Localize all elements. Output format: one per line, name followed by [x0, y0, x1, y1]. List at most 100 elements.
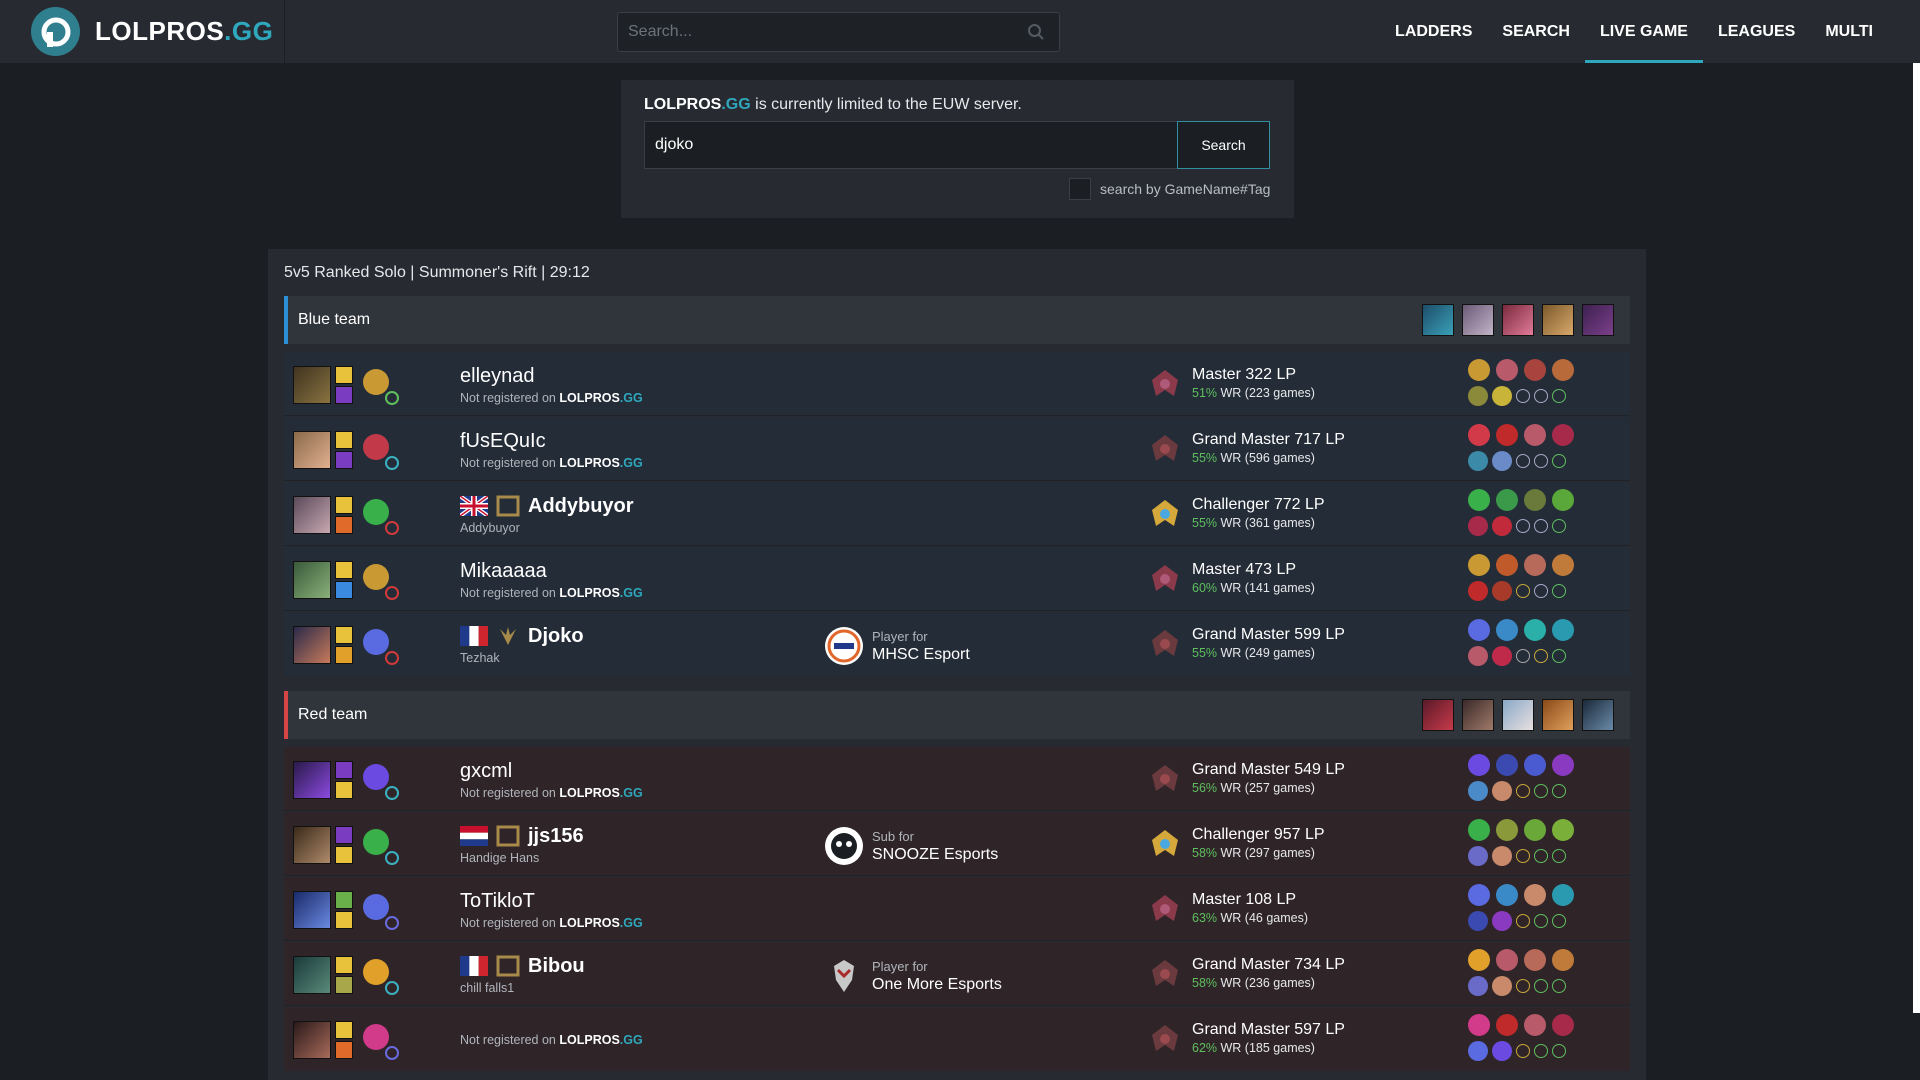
player-row[interactable]: Addybuyor Addybuyor Challenger 772 LP 55%…: [284, 482, 1630, 546]
france-flag-icon: [460, 956, 488, 976]
champion-portrait[interactable]: [1422, 304, 1454, 336]
nav-search-input[interactable]: Search...: [617, 12, 1060, 52]
nav-multi[interactable]: MULTI: [1810, 0, 1888, 63]
rune-icon: [1468, 819, 1490, 841]
champion-portrait[interactable]: [1542, 304, 1574, 336]
shard-icon: [1534, 979, 1548, 993]
champion-portrait[interactable]: [1502, 304, 1534, 336]
shard-icon: [1516, 1044, 1530, 1058]
player-name[interactable]: Addybuyor: [460, 493, 634, 519]
team-name[interactable]: MHSC Esport: [872, 646, 970, 664]
gamename-tag-checkbox[interactable]: search by GameName#Tag: [1069, 178, 1270, 200]
nav-live-game[interactable]: LIVE GAME: [1584, 0, 1703, 63]
player-row[interactable]: gxcml Not registered on LOLPROS.GG Grand…: [284, 747, 1630, 811]
champion-portrait[interactable]: [1422, 699, 1454, 731]
nav-ladders[interactable]: LADDERS: [1380, 0, 1487, 63]
player-subtitle: chill falls1: [460, 981, 515, 995]
team-name[interactable]: One More Esports: [872, 976, 1002, 994]
player-info: ToTikloT Not registered on LOLPROS.GG: [460, 888, 643, 931]
player-row[interactable]: Djoko Tezhak Player for MHSC Esport Grand…: [284, 612, 1630, 676]
summoner-spells: [335, 761, 353, 799]
nav-leagues[interactable]: LEAGUES: [1703, 0, 1810, 63]
player-name[interactable]: Mikaaaaa: [460, 558, 643, 584]
rune-icon: [1524, 554, 1546, 576]
search-button[interactable]: Search: [1177, 121, 1270, 169]
champion-portrait[interactable]: [1462, 699, 1494, 731]
nav-search[interactable]: SEARCH: [1487, 0, 1585, 63]
champion-portrait[interactable]: [1462, 304, 1494, 336]
flash-icon: [335, 496, 353, 514]
keystone-icon: [363, 369, 389, 395]
player-name[interactable]: Djoko: [460, 623, 584, 649]
team-affiliation[interactable]: Player for MHSC Esport: [824, 626, 970, 666]
player-name[interactable]: fUsEQuIc: [460, 428, 643, 454]
summoner-search-input[interactable]: djoko: [644, 121, 1177, 169]
player-name[interactable]: ToTikloT: [460, 888, 643, 914]
keystone-icon: [363, 499, 389, 525]
secondary-tree-icon: [385, 916, 399, 930]
shard-icon: [1552, 454, 1566, 468]
spell-icon: [335, 826, 353, 844]
shard-icon: [1516, 584, 1530, 598]
player-row[interactable]: jjs156 Handige Hans Sub for SNOOZE Esport…: [284, 812, 1630, 876]
shard-icon: [1516, 979, 1530, 993]
rune-icon: [1492, 911, 1512, 931]
champion-portrait[interactable]: [1502, 699, 1534, 731]
rune-icon: [1552, 619, 1574, 641]
rank-tier: Grand Master 599 LP: [1192, 626, 1345, 643]
keystone-icon: [363, 1024, 389, 1050]
team-role-badge-icon: [496, 825, 520, 847]
checkbox-box[interactable]: [1069, 178, 1091, 200]
champion-portrait[interactable]: [1582, 699, 1614, 731]
rune-icon: [1492, 1041, 1512, 1061]
keystone-icon: [363, 564, 389, 590]
player-name[interactable]: gxcml: [460, 758, 643, 784]
master-emblem-icon: [1152, 895, 1178, 921]
player-row[interactable]: fUsEQuIc Not registered on LOLPROS.GG Gr…: [284, 417, 1630, 481]
player-row[interactable]: Mikaaaaa Not registered on LOLPROS.GG Ma…: [284, 547, 1630, 611]
player-build: [1468, 424, 1578, 471]
page-scrollbar[interactable]: [1913, 63, 1920, 1013]
win-rate: 63% WR (46 games): [1192, 911, 1309, 925]
player-info: Addybuyor Addybuyor: [460, 493, 634, 535]
rune-icon: [1468, 424, 1490, 446]
red-team-header: Red team: [284, 691, 1630, 739]
rune-icon: [1468, 646, 1488, 666]
rune-icon: [1524, 819, 1546, 841]
site-logo[interactable]: LOLPROS.GG: [31, 7, 273, 56]
summoner-spells: [335, 496, 353, 534]
spell-icon: [335, 891, 353, 909]
runes: [363, 434, 401, 472]
rune-icon: [1468, 846, 1488, 866]
team-affiliation[interactable]: Sub for SNOOZE Esports: [824, 826, 998, 866]
player-row[interactable]: Not registered on LOLPROS.GG Grand Maste…: [284, 1007, 1630, 1071]
champion-portrait[interactable]: [1542, 699, 1574, 731]
rune-icon: [1524, 489, 1546, 511]
secondary-tree-icon: [385, 521, 399, 535]
player-build: [1468, 554, 1578, 601]
rank-tier: Challenger 772 LP: [1192, 496, 1325, 513]
team-name[interactable]: SNOOZE Esports: [872, 846, 998, 864]
player-name[interactable]: elleynad: [460, 363, 643, 389]
player-row[interactable]: Bibou chill falls1 Player for One More Es…: [284, 942, 1630, 1006]
secondary-tree-icon: [385, 851, 399, 865]
runes: [363, 764, 401, 802]
player-name[interactable]: Bibou: [460, 953, 585, 979]
secondary-tree-icon: [385, 1046, 399, 1060]
rune-icon: [1496, 1014, 1518, 1036]
shard-icon: [1552, 914, 1566, 928]
rune-icon: [1492, 781, 1512, 801]
spell-icon: [335, 386, 353, 404]
rune-icon: [1552, 819, 1574, 841]
champion-portrait[interactable]: [1582, 304, 1614, 336]
player-row[interactable]: elleynad Not registered on LOLPROS.GG Ma…: [284, 352, 1630, 416]
player-name[interactable]: jjs156: [460, 823, 584, 849]
player-info: elleynad Not registered on LOLPROS.GG: [460, 363, 643, 406]
team-affiliation[interactable]: Player for One More Esports: [824, 956, 1002, 996]
rune-icon: [1496, 424, 1518, 446]
champion-icon: [293, 761, 331, 799]
search-icon[interactable]: [1027, 23, 1045, 46]
player-info: Mikaaaaa Not registered on LOLPROS.GG: [460, 558, 643, 601]
player-row[interactable]: ToTikloT Not registered on LOLPROS.GG Ma…: [284, 877, 1630, 941]
keystone-icon: [363, 629, 389, 655]
